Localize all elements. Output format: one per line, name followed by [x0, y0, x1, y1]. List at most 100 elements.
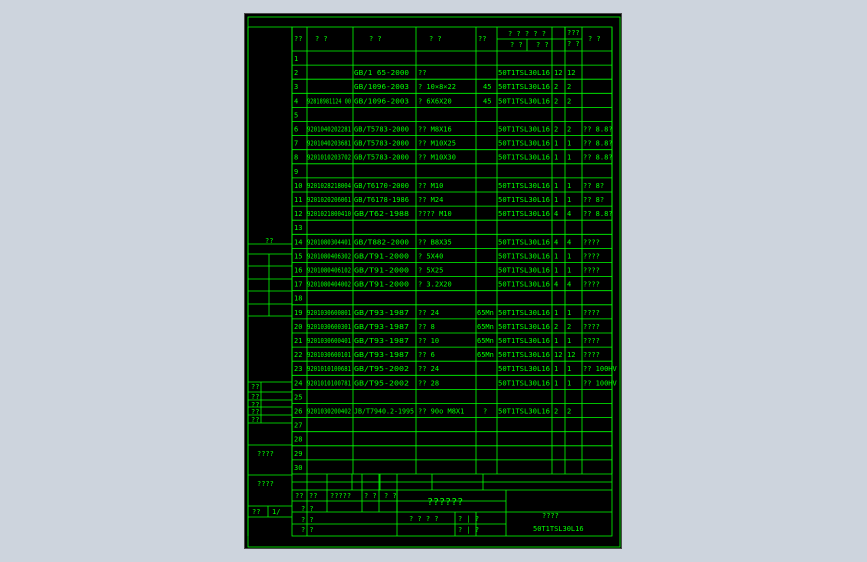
- cell-q1: 1: [554, 309, 558, 317]
- cell-n: 8: [294, 154, 298, 162]
- tb-r4c1: ? ?: [301, 526, 314, 534]
- cell-n: 19: [294, 309, 302, 317]
- cell-name: ?? 90o M8X1: [418, 408, 464, 416]
- cell-asm: 50T1TSL30L16: [498, 238, 550, 246]
- cell-std: GB/T95-2002: [354, 379, 409, 387]
- left-strip-label: ??: [265, 237, 273, 245]
- cell-asm: 50T1TSL30L16: [498, 267, 550, 275]
- header-group-sub2: ? ?: [536, 41, 549, 49]
- cell-code: 9201010100781: [307, 379, 351, 387]
- tb-r1c1: ??: [295, 492, 303, 500]
- cell-q1: 12: [554, 351, 562, 359]
- cell-name: ? 3.2X20: [418, 281, 452, 289]
- cell-code: 9201080304401: [307, 238, 351, 246]
- cell-q1: 1: [554, 154, 558, 162]
- cell-q2: 4: [567, 210, 571, 218]
- cell-std: GB/T93-1987: [354, 337, 409, 345]
- cell-q1: 2: [554, 408, 558, 416]
- tb-r3c1: ? ?: [301, 516, 314, 524]
- cell-q1: 1: [554, 337, 558, 345]
- cell-rem: ????: [583, 252, 600, 260]
- cell-code: 9201080404002: [307, 281, 351, 289]
- cell-name: ?? M8X16: [418, 126, 452, 134]
- cell-mat: 65Mn: [477, 337, 494, 345]
- cell-rem: ?? 8.8?: [583, 154, 613, 162]
- cell-code: 9201021800410: [307, 210, 351, 218]
- cell-q2: 1: [567, 365, 571, 373]
- cell-asm: 50T1TSL30L16: [498, 140, 550, 148]
- cell-q1: 1: [554, 252, 558, 260]
- cell-std: GB/T62-1988: [354, 210, 409, 218]
- cell-asm: 50T1TSL30L16: [498, 323, 550, 331]
- cell-code: 9201030600401: [307, 337, 351, 345]
- header-group-sub: ? ?: [510, 41, 523, 49]
- cell-asm: 50T1TSL30L16: [498, 351, 550, 359]
- cell-asm: 50T1TSL30L16: [498, 126, 550, 134]
- left-sign-row: ??: [251, 416, 259, 424]
- cell-q2: 1: [567, 379, 571, 387]
- cell-name: ?? 24: [418, 365, 439, 373]
- header-group: ? ? ? ? ?: [508, 30, 546, 38]
- cell-code: 9201010100681: [307, 365, 351, 373]
- cell-q2: 1: [567, 252, 571, 260]
- cell-mat: 65Mn: [477, 309, 494, 317]
- cell-rem: ????: [583, 309, 600, 317]
- tb-sheet-b: ? | ?: [458, 526, 479, 534]
- cell-n: 12: [294, 210, 302, 218]
- header-standard: ? ?: [369, 35, 382, 43]
- cell-n: 2: [294, 69, 298, 77]
- cell-std: GB/T95-2002: [354, 365, 409, 373]
- cell-asm: 50T1TSL30L16: [498, 196, 550, 204]
- cell-n: 25: [294, 393, 302, 401]
- tb-sheet-a: ? | ?: [458, 515, 479, 523]
- cell-n: 3: [294, 83, 298, 91]
- cell-asm: 50T1TSL30L16: [498, 365, 550, 373]
- cell-asm: 50T1TSL30L16: [498, 281, 550, 289]
- cell-std: GB/T5783-2000: [354, 140, 409, 148]
- cell-q1: 2: [554, 126, 558, 134]
- header-no: ??: [294, 35, 302, 43]
- cell-std: GB/T93-1987: [354, 351, 409, 359]
- cell-q1: 1: [554, 182, 558, 190]
- cell-std: GB/1096-2003: [354, 97, 409, 105]
- cell-mat: ?: [483, 408, 487, 416]
- cell-q2: 4: [567, 238, 571, 246]
- cell-code: 92818981124 00: [307, 97, 351, 105]
- left-sign-row: ??: [251, 383, 259, 391]
- cell-q1: 1: [554, 196, 558, 204]
- cell-n: 6: [294, 126, 298, 134]
- cell-q2: 2: [567, 83, 571, 91]
- left-sign-row: ??: [251, 393, 259, 401]
- cell-std: GB/T93-1987: [354, 323, 409, 331]
- cell-q2: 12: [567, 351, 575, 359]
- cell-n: 26: [294, 408, 302, 416]
- cell-asm: 50T1TSL30L16: [498, 379, 550, 387]
- cell-name: ?? M24: [418, 196, 443, 204]
- cell-n: 4: [294, 97, 298, 105]
- cell-name: ?? 6: [418, 351, 435, 359]
- cell-n: 14: [294, 238, 302, 246]
- cell-n: 20: [294, 323, 302, 331]
- cell-std: GB/T93-1987: [354, 309, 409, 317]
- cell-code: 9201040203681: [307, 140, 351, 148]
- cell-rem: ?? 8.8?: [583, 210, 613, 218]
- cell-q2: 1: [567, 154, 571, 162]
- cell-n: 27: [294, 422, 302, 430]
- tb-r1c4: ? ?: [364, 492, 377, 500]
- tb-company: ????: [542, 512, 559, 520]
- cell-q2: 2: [567, 126, 571, 134]
- cell-q1: 2: [554, 323, 558, 331]
- cell-q2: 2: [567, 323, 571, 331]
- cell-name: ???? M10: [418, 210, 452, 218]
- cell-rem: ?? 8.8?: [583, 140, 613, 148]
- header-total-b: ? ?: [567, 40, 580, 48]
- cell-name: ? 5X40: [418, 252, 443, 260]
- tb-title: ??????: [427, 497, 463, 508]
- cell-std: GB/T6170-2000: [354, 182, 409, 190]
- cell-n: 9: [294, 168, 298, 176]
- cell-rem: ?? 8.8?: [583, 126, 613, 134]
- tb-r1c3: ?????: [330, 492, 351, 500]
- cell-name: ? 10×8×22: [418, 83, 456, 91]
- cell-n: 21: [294, 337, 302, 345]
- cell-code: 9201030600301: [307, 323, 351, 331]
